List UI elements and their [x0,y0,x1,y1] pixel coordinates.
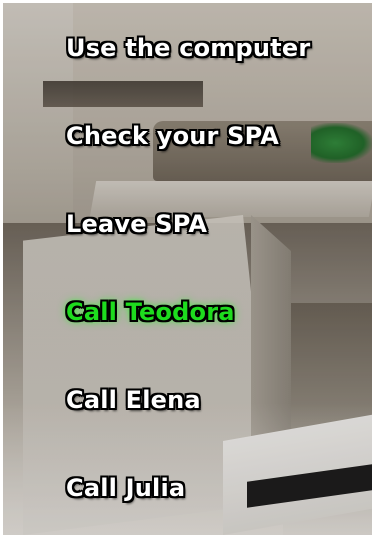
choice-check-spa[interactable]: Check your SPA [65,121,279,151]
choice-use-computer[interactable]: Use the computer [65,33,311,63]
choice-call-julia[interactable]: Call Julia [65,473,186,503]
choice-leave-spa[interactable]: Leave SPA [65,209,207,239]
game-screen: Use the computer Check your SPA Leave SP… [3,3,372,535]
choice-call-elena[interactable]: Call Elena [65,385,201,415]
choice-call-teodora[interactable]: Call Teodora [65,297,235,327]
choice-menu: Use the computer Check your SPA Leave SP… [3,3,372,535]
